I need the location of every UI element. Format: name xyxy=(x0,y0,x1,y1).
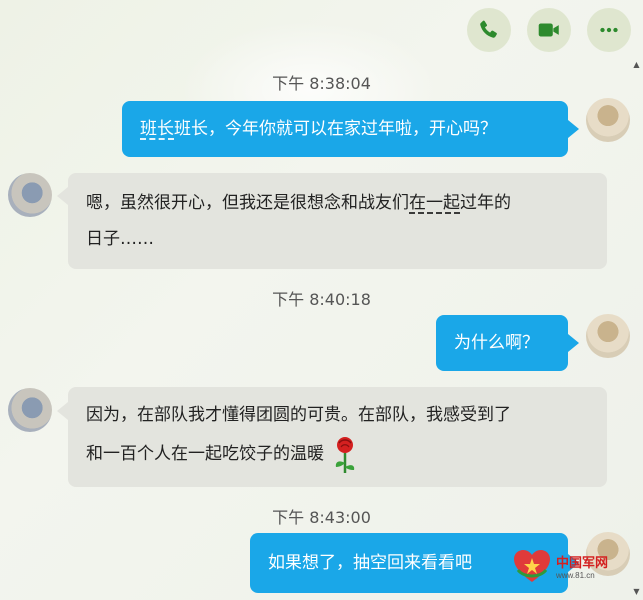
watermark-title: 中国军网 xyxy=(556,555,609,570)
bubble-tail xyxy=(568,334,579,352)
message-text: 如果想了，抽空回来看看吧 xyxy=(268,553,472,573)
message-bubble-incoming[interactable]: 因为，在部队我才懂得团圆的可贵。在部队，我感受到了 和一百个人在一起吃饺子的温暖 xyxy=(68,387,607,487)
more-options-button[interactable] xyxy=(587,8,631,52)
heart-logo-icon xyxy=(514,550,550,582)
chat-toolbar xyxy=(467,8,631,52)
timestamp: 下午 8:40:18 xyxy=(272,290,371,309)
underlined-text: 班长 xyxy=(140,119,174,139)
watermark-url: www.81.cn xyxy=(556,571,595,580)
scroll-up-icon[interactable]: ▲ xyxy=(632,60,641,69)
message-text: 班长，今年你就可以在家过年啦，开心吗？ xyxy=(174,119,497,139)
video-call-button[interactable] xyxy=(527,8,571,52)
my-avatar[interactable] xyxy=(586,98,630,142)
message-text: 为什么啊？ xyxy=(454,333,539,353)
more-icon xyxy=(600,27,618,33)
video-icon xyxy=(538,23,559,37)
my-avatar[interactable] xyxy=(586,314,630,358)
message-line: 和一百个人在一起吃饺子的温暖 xyxy=(86,433,589,475)
phone-icon xyxy=(480,20,497,38)
contact-avatar[interactable] xyxy=(8,388,52,432)
message-bubble-outgoing[interactable]: 为什么啊？ xyxy=(436,315,568,371)
watermark: 中国军网 www.81.cn xyxy=(512,548,608,584)
contact-avatar[interactable] xyxy=(8,173,52,217)
timestamp: 下午 8:38:04 xyxy=(272,74,371,93)
bubble-tail xyxy=(57,402,68,420)
message-line: 日子…… xyxy=(86,229,154,249)
timestamp: 下午 8:43:00 xyxy=(272,508,371,527)
message-bubble-incoming[interactable]: 嗯，虽然很开心，但我还是很想念和战友们在一起过年的 日子…… xyxy=(68,173,607,269)
message-bubble-outgoing[interactable]: 班长班长，今年你就可以在家过年啦，开心吗？ xyxy=(122,101,568,157)
voice-call-button[interactable] xyxy=(467,8,511,52)
message-line: 嗯，虽然很开心，但我还是很想念和战友们在一起过年的 xyxy=(86,193,511,213)
rose-icon xyxy=(335,437,355,473)
scroll-down-icon[interactable]: ▼ xyxy=(632,587,641,596)
bubble-tail xyxy=(57,187,68,205)
message-line: 因为，在部队我才懂得团圆的可贵。在部队，我感受到了 xyxy=(86,405,511,425)
bubble-tail xyxy=(568,120,579,138)
